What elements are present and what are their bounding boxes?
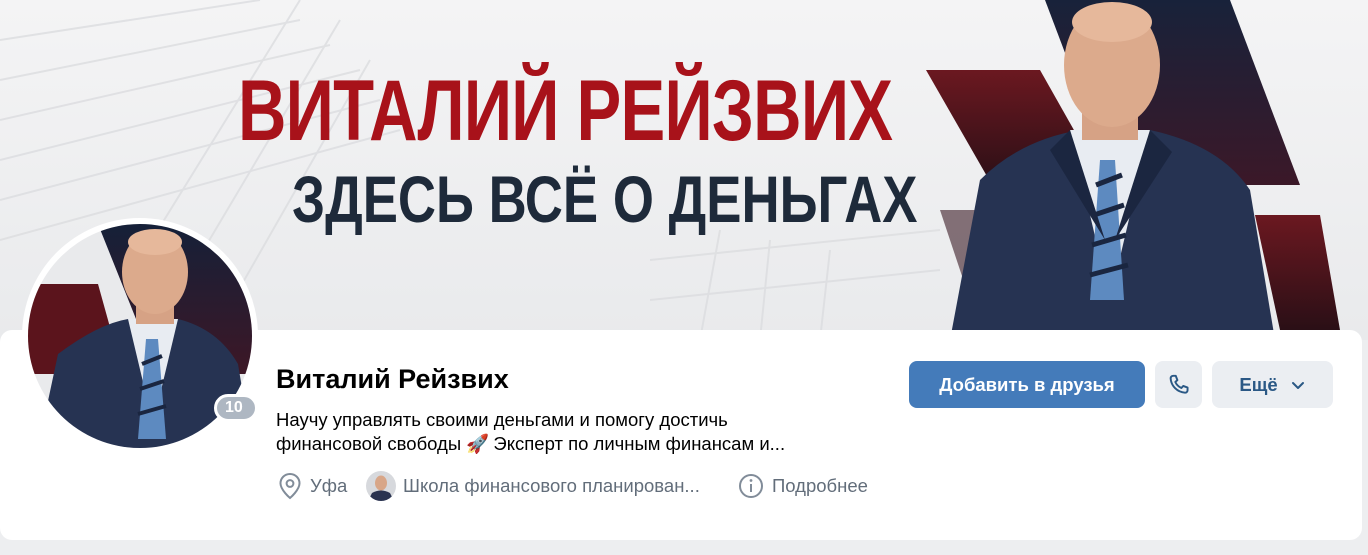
school-avatar xyxy=(366,471,396,501)
profile-status[interactable]: Научу управлять своими деньгами и помогу… xyxy=(276,408,836,456)
location-pin-icon xyxy=(279,472,301,500)
cover-subtitle: ЗДЕСЬ ВСЁ О ДЕНЬГАХ xyxy=(292,162,918,236)
meta-more-info[interactable]: Подробнее xyxy=(738,472,868,500)
call-button[interactable] xyxy=(1155,361,1202,408)
cover-title: ВИТАЛИЙ РЕЙЗВИХ xyxy=(238,63,893,159)
add-friend-button[interactable]: Добавить в друзья xyxy=(909,361,1145,408)
info-icon xyxy=(739,474,763,498)
more-actions-label: Ещё xyxy=(1239,373,1278,395)
more-actions-button[interactable]: Ещё xyxy=(1212,361,1333,408)
meta-school[interactable]: Школа финансового планирован... xyxy=(366,471,700,501)
chevron-down-icon xyxy=(1291,381,1304,389)
avatar[interactable]: 10 ч xyxy=(22,218,258,454)
meta-city[interactable]: Уфа xyxy=(278,472,347,500)
status-line-2: финансовой свободы 🚀 Эксперт по личным ф… xyxy=(276,433,786,454)
more-info-label: Подробнее xyxy=(772,475,868,496)
city-label: Уфа xyxy=(310,475,348,496)
status-line-1: Научу управлять своими деньгами и помогу… xyxy=(276,409,728,430)
phone-icon xyxy=(1169,374,1189,394)
cover-portrait xyxy=(926,0,1340,340)
last-seen-badge: 10 ч xyxy=(214,394,258,438)
profile-name: Виталий Рейзвих xyxy=(276,364,509,394)
profile-page: ВИТАЛИЙ РЕЙЗВИХ ЗДЕСЬ ВСЁ О ДЕНЬГАХ 10 ч… xyxy=(0,0,1368,555)
school-label: Школа финансового планирован... xyxy=(403,475,700,496)
rocket-emoji: 🚀 xyxy=(466,433,490,454)
